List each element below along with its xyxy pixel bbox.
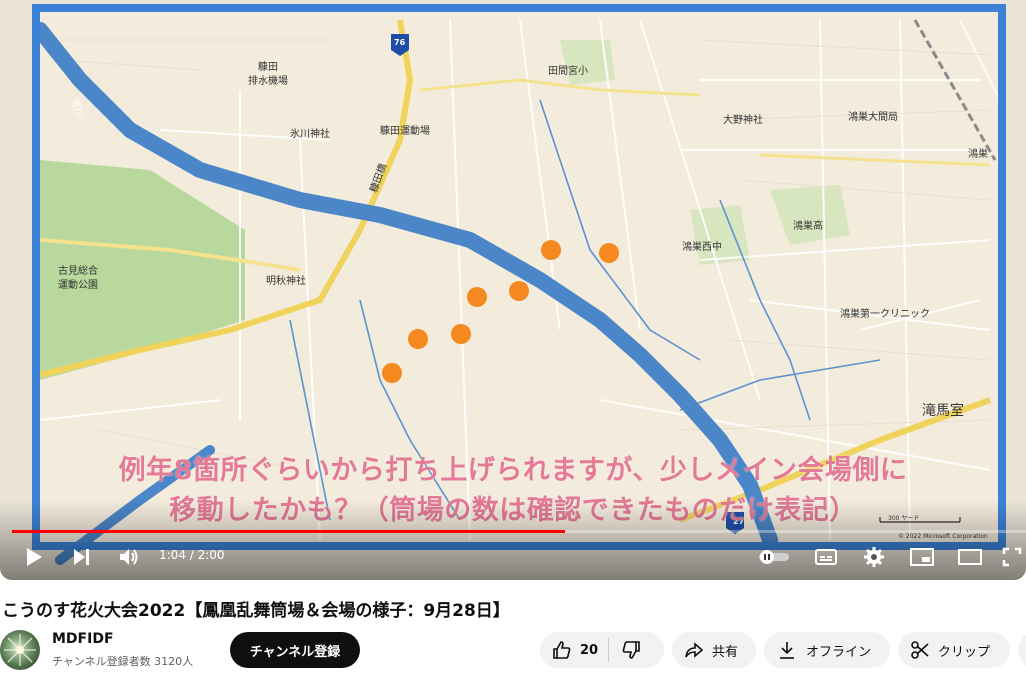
progress-bar[interactable]	[12, 530, 1026, 533]
thumbs-up-icon	[553, 641, 571, 659]
gear-icon	[864, 547, 884, 567]
miniplayer-icon	[910, 548, 934, 566]
download-icon	[780, 642, 794, 659]
map-label: 運動公園	[58, 280, 98, 291]
map-label: 滝馬室	[922, 403, 964, 419]
subtitles-button[interactable]	[812, 544, 840, 570]
like-button[interactable]: 20	[540, 632, 608, 668]
firework-site-marker	[467, 287, 487, 307]
map-label: 糠田運動場	[380, 126, 430, 137]
map-label: 古見総合	[58, 266, 98, 277]
map-label: 鴻巣西中	[682, 242, 722, 253]
scissors-icon	[911, 641, 929, 659]
clip-button[interactable]: クリップ	[898, 632, 1010, 668]
theater-mode-button[interactable]	[956, 544, 984, 570]
firework-site-marker	[509, 281, 529, 301]
channel-avatar[interactable]	[0, 630, 40, 670]
map-label: 鴻巣高	[793, 221, 823, 232]
offline-label: オフライン	[806, 644, 872, 660]
map-label: 氷川神社	[290, 129, 330, 140]
map-label: 排水機場	[248, 76, 288, 87]
share-icon	[685, 642, 704, 658]
play-icon	[27, 548, 42, 566]
firework-site-marker	[541, 240, 561, 260]
next-icon	[74, 549, 89, 565]
map-label: 鴻巣	[968, 149, 988, 160]
caption-line-1: 例年8箇所ぐらいから打ち上げられますが、少しメイン会場側に	[118, 455, 908, 486]
firework-site-marker	[408, 329, 428, 349]
play-button[interactable]	[20, 544, 48, 570]
map-label: 鴻巣第一クリニック	[840, 309, 930, 320]
progress-played	[12, 530, 565, 533]
share-label: 共有	[712, 644, 739, 660]
fullscreen-icon	[1002, 547, 1022, 567]
map-label: 76	[394, 38, 406, 47]
youtube-watch-page: 糠田排水機場 田間宮小氷川神社 糠田運動場 大野神社 鴻巣大間局鴻巣鴻巣西中 鴻巣高古見総…	[0, 0, 1026, 684]
video-title: こうのす花火大会2022【鳳凰乱舞筒場＆会場の様子：9月28日】	[2, 601, 510, 621]
firework-site-marker	[599, 243, 619, 263]
miniplayer-button[interactable]	[908, 544, 936, 570]
firework-site-marker	[451, 324, 471, 344]
like-count: 20	[580, 642, 599, 658]
settings-button[interactable]	[860, 544, 888, 570]
volume-icon	[120, 549, 138, 565]
time-display: 1:04 / 2:00	[159, 548, 225, 562]
firework-site-marker	[382, 363, 402, 383]
video-player[interactable]: 糠田排水機場 田間宮小氷川神社 糠田運動場 大野神社 鴻巣大間局鴻巣鴻巣西中 鴻巣高古見総…	[0, 0, 1026, 580]
autoplay-toggle[interactable]	[756, 546, 792, 568]
share-button[interactable]: 共有	[672, 632, 756, 668]
channel-name[interactable]: MDFIDF	[52, 631, 114, 647]
thumbs-down-icon	[622, 641, 640, 659]
offline-button[interactable]: オフライン	[764, 632, 890, 668]
dislike-button[interactable]	[609, 632, 653, 668]
next-button[interactable]	[68, 544, 96, 570]
map-label: 田間宮小	[548, 66, 588, 77]
volume-button[interactable]	[114, 544, 144, 570]
fullscreen-button[interactable]	[1002, 544, 1026, 570]
avatar-image	[4, 634, 36, 666]
like-dislike-group: 20	[540, 632, 664, 668]
subscriber-count: チャンネル登録者数 3120人	[52, 655, 194, 668]
map-label: 鴻巣大間局	[848, 112, 898, 123]
map-label: 明秋神社	[266, 276, 306, 287]
more-actions-button[interactable]	[1018, 632, 1026, 668]
map-label: 大野神社	[723, 115, 763, 126]
map-label: 糠田	[258, 62, 278, 73]
subscribe-button[interactable]: チャンネル登録	[230, 632, 360, 668]
autoplay-icon	[759, 550, 789, 564]
theater-icon	[958, 549, 982, 565]
clip-label: クリップ	[938, 644, 991, 660]
subtitles-icon	[815, 549, 837, 565]
